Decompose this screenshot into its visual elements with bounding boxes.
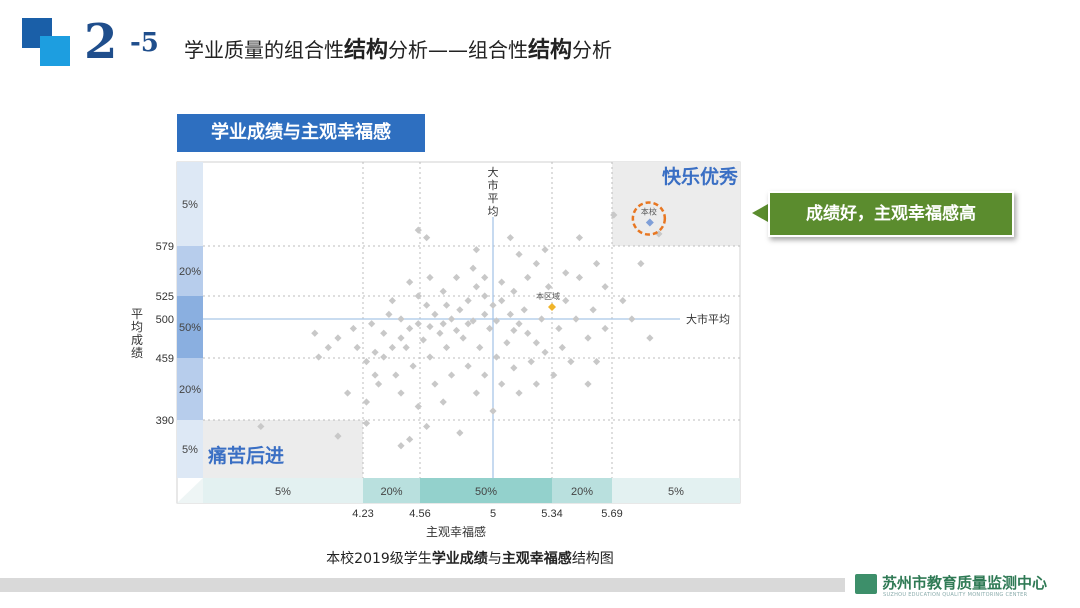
caption-part-bold: 学业成绩: [431, 551, 488, 567]
y-band-label: 5%: [182, 199, 198, 211]
y-tick-label: 500: [156, 314, 174, 326]
y-band-label: 5%: [182, 444, 198, 456]
callout-box: 成绩好，主观幸福感高: [768, 191, 1014, 237]
city-average-label-vertical-char: 大: [488, 165, 499, 179]
y-tick-label: 579: [156, 241, 174, 253]
quadrant-label-top-right: 快乐优秀: [662, 165, 739, 188]
scatter-chart: 5% 20% 50% 20% 5% 5% 20% 50% 20% 5% 本区域 本校 快乐优秀痛苦后进 大…: [131, 161, 741, 539]
y-band-label: 20%: [179, 266, 201, 278]
org-logo-icon: [855, 574, 877, 594]
footer-org-english: SUZHOU EDUCATION QUALITY MONITORING CENT…: [883, 592, 1028, 598]
x-band-label: 20%: [571, 486, 593, 498]
caption-part: 本校2019级学生: [326, 551, 432, 567]
school-label: 本校: [641, 207, 657, 217]
city-average-label-vertical-char: 均: [488, 205, 499, 218]
footer-bar: [0, 578, 845, 592]
district-label: 本区域: [536, 291, 560, 301]
y-axis-title-char: 平: [131, 307, 143, 321]
y-tick-label: 525: [156, 291, 174, 303]
callout-arrow: [752, 204, 768, 222]
caption-part: 结构图: [571, 551, 614, 567]
y-band-label: 20%: [179, 384, 201, 396]
city-average-label-vertical-char: 平: [488, 193, 499, 205]
x-axis-title: 主观幸福感: [426, 524, 486, 539]
chart-caption: 本校2019级学生学业成绩与主观幸福感结构图: [0, 548, 940, 568]
x-tick-label: 4.23: [352, 508, 373, 520]
y-band-label: 50%: [179, 322, 201, 334]
x-tick-label: 5: [490, 508, 496, 520]
x-tick-label: 5.34: [541, 508, 562, 520]
y-axis-title-char: 绩: [131, 346, 143, 360]
caption-part: 与: [487, 551, 502, 567]
x-band-label: 5%: [275, 486, 291, 498]
x-band-label: 20%: [380, 486, 402, 498]
y-tick-label: 390: [156, 415, 174, 427]
city-average-label-horizontal: 大市平均: [686, 312, 730, 326]
city-average-label-vertical-char: 市: [488, 178, 499, 192]
footer-org-name: 苏州市教育质量监测中心: [882, 574, 1048, 592]
caption-part-bold: 主观幸福感: [501, 551, 572, 567]
x-tick-label: 4.56: [409, 508, 430, 520]
quadrant-label-bottom-left: 痛苦后进: [208, 444, 284, 467]
y-axis-title-char: 均: [131, 320, 143, 334]
x-band-label: 5%: [668, 486, 684, 498]
x-tick-label: 5.69: [601, 508, 622, 520]
y-axis-title-char: 成: [131, 333, 143, 347]
x-band-label: 50%: [475, 486, 497, 498]
y-tick-label: 459: [156, 353, 174, 365]
